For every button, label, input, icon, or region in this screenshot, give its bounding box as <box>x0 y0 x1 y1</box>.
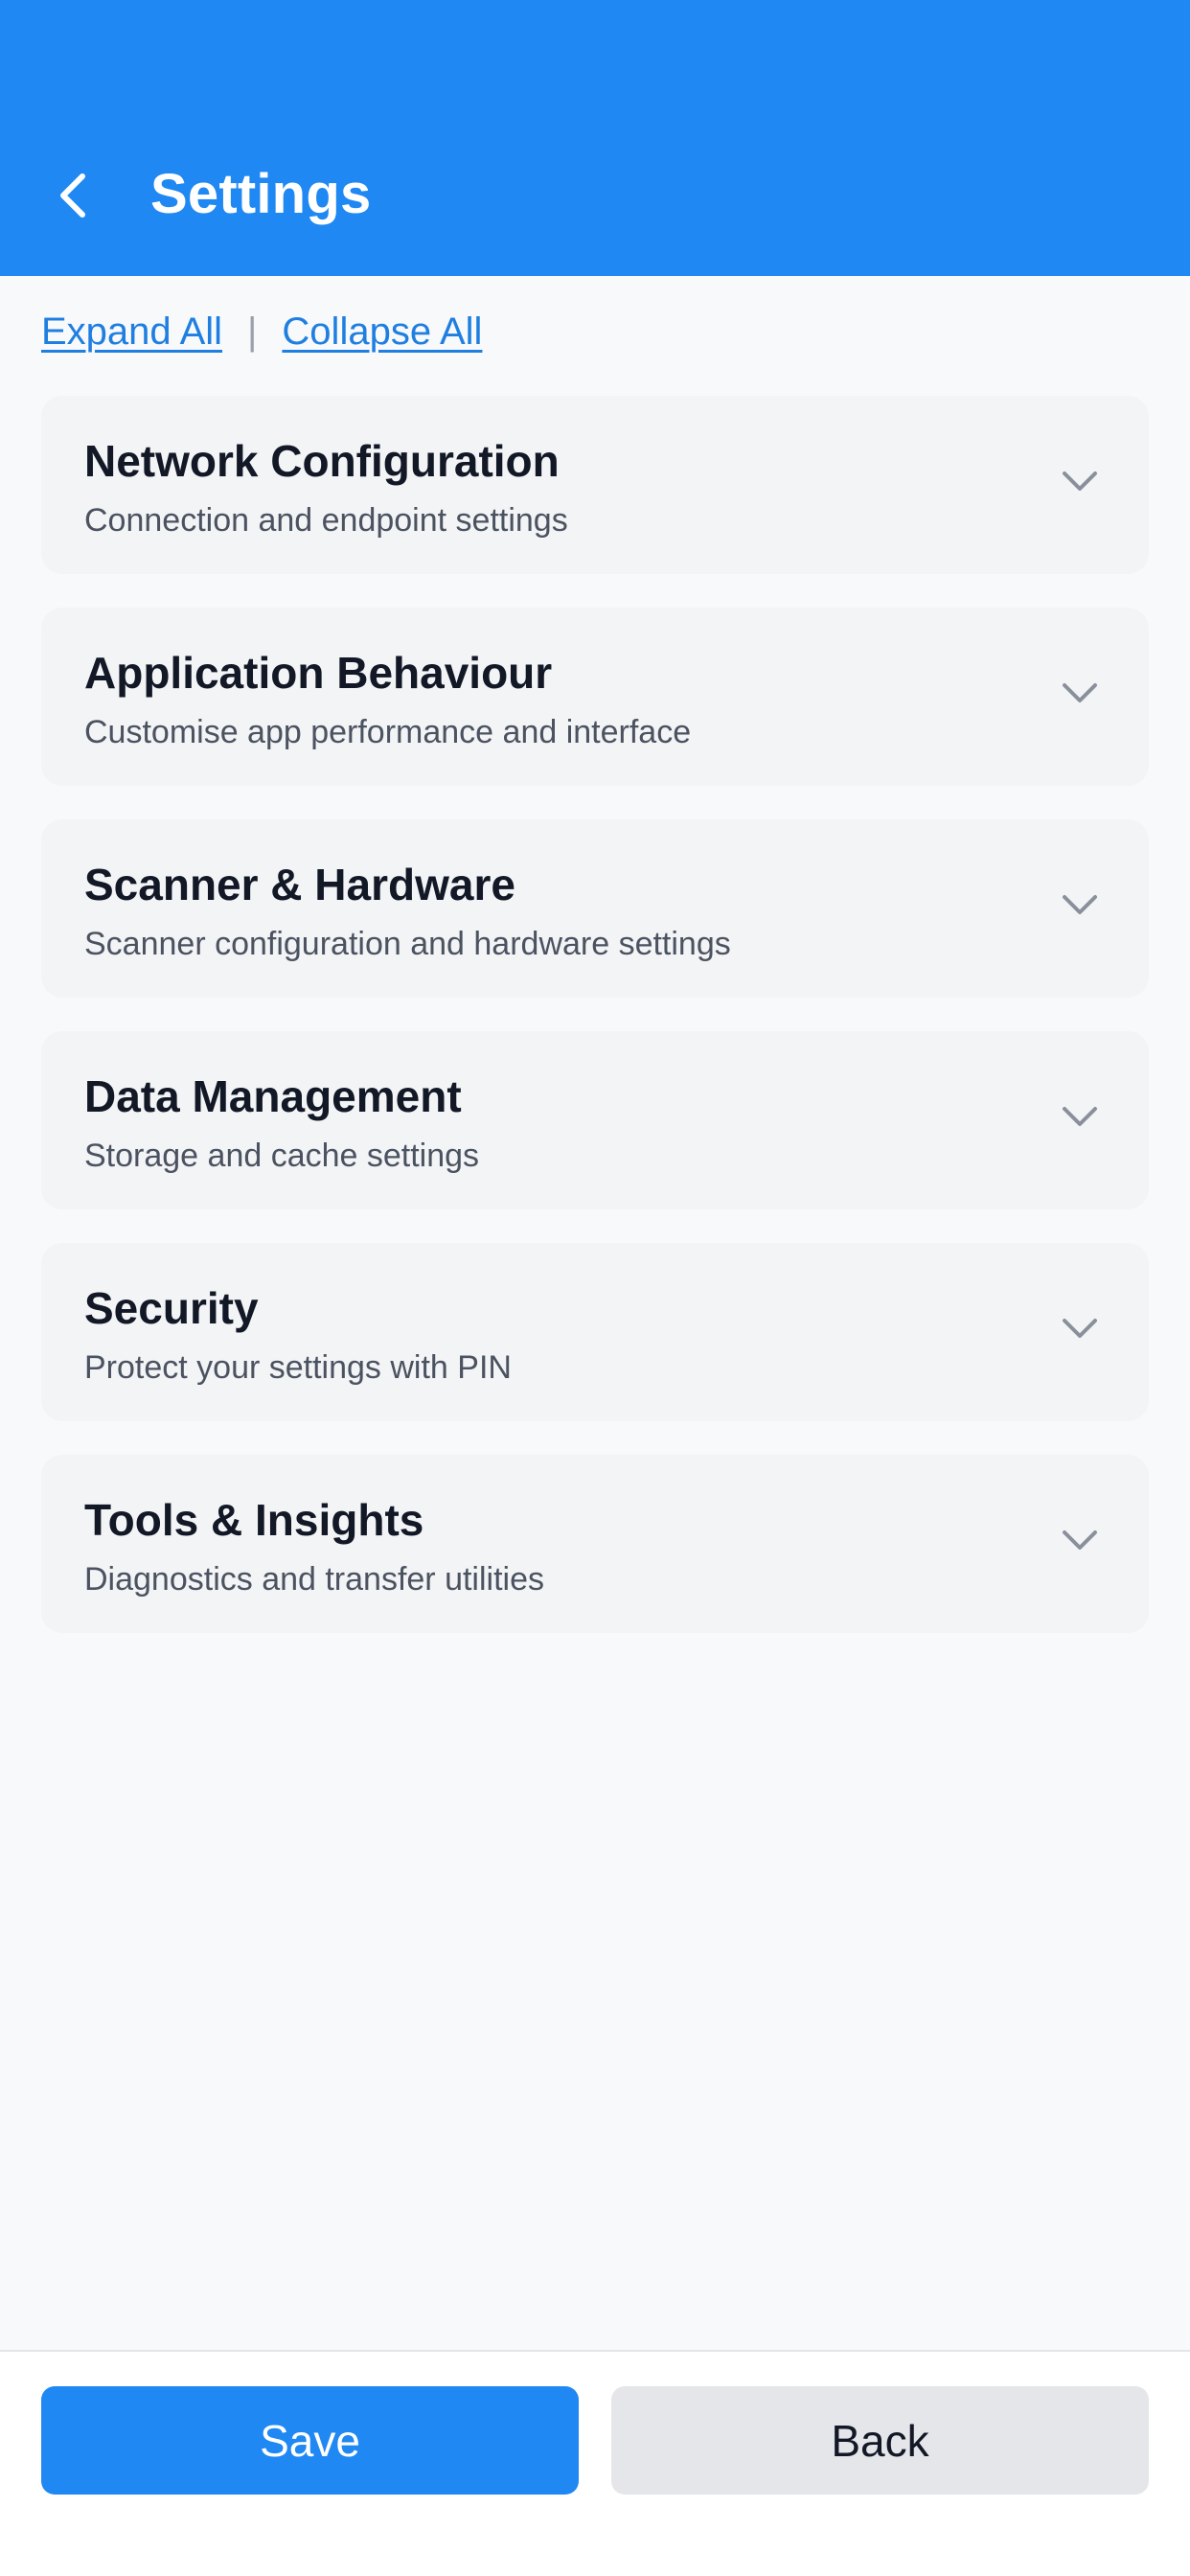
section-scanner-hardware[interactable]: Scanner & Hardware Scanner configuration… <box>41 819 1149 998</box>
section-subtitle: Connection and endpoint settings <box>84 502 568 539</box>
app-header: Settings <box>0 0 1190 276</box>
section-subtitle: Scanner configuration and hardware setti… <box>84 926 731 962</box>
link-separator: | <box>247 310 258 353</box>
section-title: Scanner & Hardware <box>84 860 515 909</box>
section-network-configuration[interactable]: Network Configuration Connection and end… <box>41 396 1149 574</box>
chevron-down-icon <box>1063 472 1097 491</box>
save-button[interactable]: Save <box>41 2386 579 2495</box>
section-title: Tools & Insights <box>84 1495 424 1545</box>
expand-all-link[interactable]: Expand All <box>41 310 222 354</box>
chevron-down-icon <box>1063 683 1097 702</box>
section-security[interactable]: Security Protect your settings with PIN <box>41 1243 1149 1421</box>
section-title: Data Management <box>84 1071 462 1121</box>
section-title: Security <box>84 1283 259 1333</box>
section-data-management[interactable]: Data Management Storage and cache settin… <box>41 1031 1149 1209</box>
section-tools-insights[interactable]: Tools & Insights Diagnostics and transfe… <box>41 1455 1149 1633</box>
section-subtitle: Diagnostics and transfer utilities <box>84 1561 545 1598</box>
chevron-down-icon <box>1063 895 1097 914</box>
expand-collapse-bar: Expand All | Collapse All <box>41 305 482 358</box>
chevron-left-icon[interactable] <box>50 169 100 222</box>
section-application-behaviour[interactable]: Application Behaviour Customise app perf… <box>41 608 1149 786</box>
footer-bar: Save Back <box>0 2350 1190 2576</box>
section-title: Application Behaviour <box>84 648 553 698</box>
page-title: Settings <box>150 163 372 225</box>
collapse-all-link[interactable]: Collapse All <box>282 310 482 354</box>
chevron-down-icon <box>1063 1530 1097 1550</box>
back-button[interactable]: Back <box>611 2386 1149 2495</box>
section-subtitle: Storage and cache settings <box>84 1138 480 1174</box>
section-subtitle: Customise app performance and interface <box>84 714 692 750</box>
chevron-down-icon <box>1063 1319 1097 1338</box>
section-title: Network Configuration <box>84 436 560 486</box>
settings-screen: Settings Expand All | Collapse All Netwo… <box>0 0 1190 2576</box>
chevron-down-icon <box>1063 1107 1097 1126</box>
section-subtitle: Protect your settings with PIN <box>84 1349 512 1386</box>
